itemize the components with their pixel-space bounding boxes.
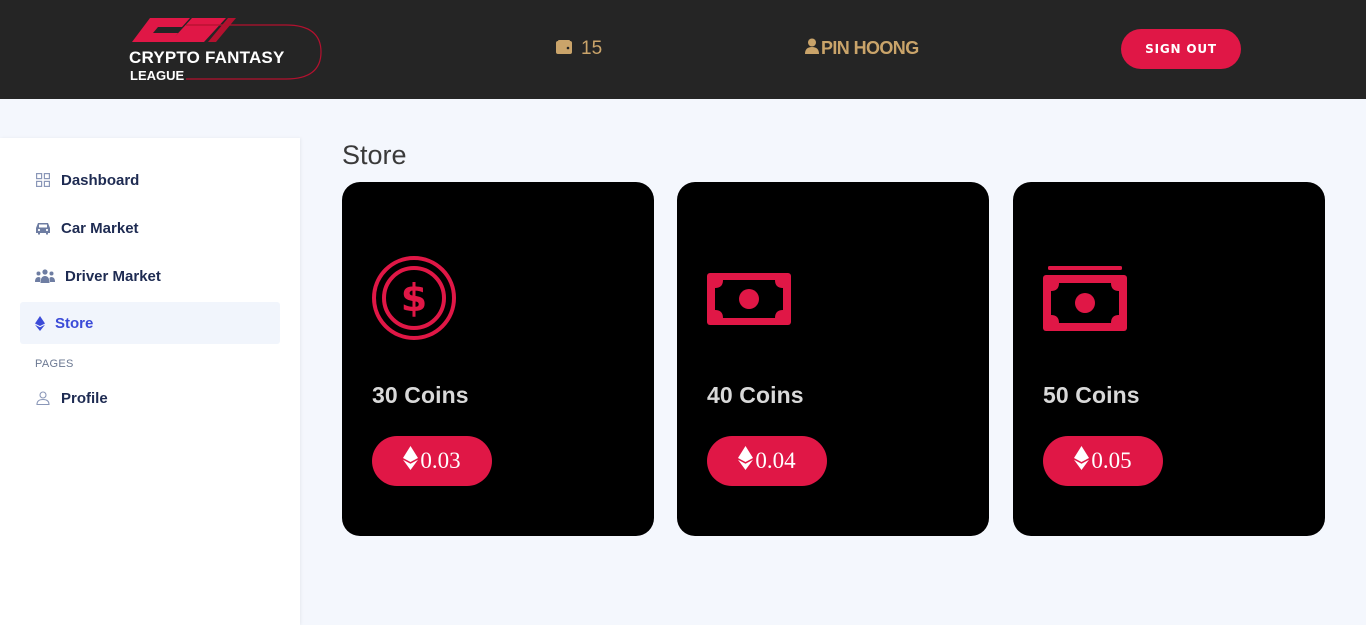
user-name: PIN HOONG <box>821 38 919 58</box>
sidebar-item-store[interactable]: Store <box>20 302 280 344</box>
sidebar: Dashboard Car Market Driver Market Store… <box>0 138 300 625</box>
buy-button[interactable]: 0.05 <box>1043 436 1163 486</box>
sidebar-item-label: Dashboard <box>61 171 140 189</box>
ethereum-icon <box>1074 446 1090 476</box>
logo-title: CRYPTO FANTASY <box>129 48 285 67</box>
price-value: 0.03 <box>420 448 461 473</box>
app-logo[interactable]: CRYPTO FANTASY LEAGUE <box>126 14 324 84</box>
store-card[interactable]: 40 Coins 0.04 <box>677 182 989 536</box>
store-card[interactable]: $ 30 Coins 0.03 <box>342 182 654 536</box>
sidebar-item-profile[interactable]: Profile <box>20 377 280 419</box>
sidebar-item-label: Store <box>55 314 94 332</box>
coins-label: 30 Coins <box>372 382 469 408</box>
sidebar-item-driver-market[interactable]: Driver Market <box>20 255 280 297</box>
top-header: CRYPTO FANTASY LEAGUE 15 PIN HOONG SIGN … <box>0 0 1366 99</box>
grid-icon <box>35 172 51 188</box>
sidebar-section-pages: PAGES <box>35 358 74 370</box>
sidebar-item-dashboard[interactable]: Dashboard <box>20 159 280 201</box>
coins-label: 50 Coins <box>1043 382 1140 408</box>
logo-subtitle: LEAGUE <box>130 68 185 83</box>
sign-out-button[interactable]: SIGN OUT <box>1121 29 1241 69</box>
ethereum-icon <box>403 446 419 476</box>
sidebar-item-label: Car Market <box>61 219 139 237</box>
wallet-balance: 15 <box>556 38 602 60</box>
car-icon <box>35 220 51 236</box>
buy-button[interactable]: 0.03 <box>372 436 492 486</box>
money-bill-icon <box>707 256 793 342</box>
sidebar-item-car-market[interactable]: Car Market <box>20 207 280 249</box>
page-title: Store <box>342 140 407 170</box>
ethereum-icon <box>738 446 754 476</box>
sidebar-item-label: Driver Market <box>65 267 161 285</box>
price-value: 0.04 <box>755 448 796 473</box>
wallet-icon <box>556 38 572 60</box>
ethereum-icon <box>35 315 45 331</box>
svg-text:$: $ <box>401 276 427 320</box>
sidebar-item-label: Profile <box>61 389 108 407</box>
price-value: 0.05 <box>1091 448 1132 473</box>
money-bills-icon <box>1043 256 1129 342</box>
users-icon <box>35 268 55 284</box>
buy-button[interactable]: 0.04 <box>707 436 827 486</box>
store-card[interactable]: 50 Coins 0.05 <box>1013 182 1325 536</box>
user-icon <box>805 38 819 59</box>
dollar-circle-icon: $ <box>372 256 458 342</box>
user-outline-icon <box>35 390 51 406</box>
wallet-amount: 15 <box>581 38 603 59</box>
user-info[interactable]: PIN HOONG <box>805 38 919 59</box>
coins-label: 40 Coins <box>707 382 804 408</box>
